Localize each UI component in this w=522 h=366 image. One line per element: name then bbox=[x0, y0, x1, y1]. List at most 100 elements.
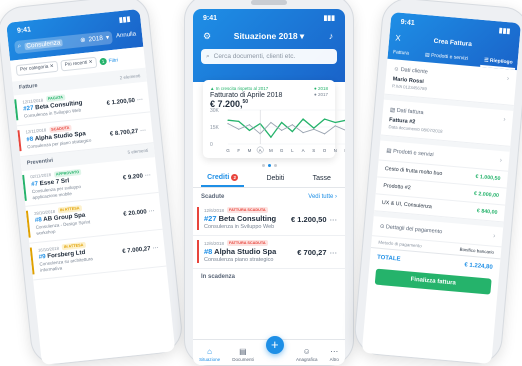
tab-fattura[interactable]: Fattura bbox=[389, 47, 412, 61]
data-point bbox=[281, 121, 283, 124]
x-tick-label[interactable]: F bbox=[237, 148, 240, 153]
add-button[interactable]: + bbox=[265, 336, 284, 354]
data-point bbox=[227, 123, 229, 125]
chevron-right-icon: › bbox=[499, 156, 503, 165]
person-icon: ☺ bbox=[302, 347, 311, 356]
tab-debiti[interactable]: Debiti bbox=[260, 170, 290, 187]
x-tick-label[interactable]: L bbox=[291, 148, 294, 153]
more-icon: ⋯ bbox=[136, 97, 144, 104]
data-point bbox=[302, 132, 304, 134]
total-value: € 1.224,80 bbox=[464, 262, 493, 271]
nav-situazione[interactable]: ⌂ Situazione bbox=[199, 347, 220, 362]
item-amount: € 1.200,50⋯ bbox=[106, 97, 144, 107]
item-title: #27 Beta Consulting bbox=[204, 214, 277, 223]
search-value: Consulenza bbox=[23, 38, 63, 50]
client-header: ☺ Dati cliente bbox=[393, 65, 429, 75]
phone-search-results: 9:41 ▮▮▮ ⌕ Consulenza ⊗ 2018 ▾ Annulla P… bbox=[0, 0, 185, 366]
product-name: UX & UI, Consulenza bbox=[381, 199, 433, 211]
filters-button[interactable]: 1 Filtri bbox=[99, 56, 119, 66]
product-price: € 1.000,50 bbox=[475, 173, 501, 183]
home-icon: ⌂ bbox=[207, 347, 212, 356]
x-tick-label[interactable]: M bbox=[269, 148, 273, 153]
status-time: 9:41 bbox=[400, 18, 415, 27]
data-point bbox=[334, 121, 336, 124]
total-label: TOTALE bbox=[376, 254, 401, 263]
list-item[interactable]: 12/6/2018 FATTURA SCADUTA #27 Beta Consul… bbox=[193, 203, 345, 236]
x-tick-label[interactable]: G bbox=[226, 148, 230, 153]
x-tick-label[interactable]: A bbox=[259, 148, 262, 153]
clear-icon[interactable]: ⊗ bbox=[80, 36, 86, 45]
data-point bbox=[291, 124, 293, 126]
data-point bbox=[248, 124, 251, 126]
status-bar-indicator bbox=[17, 129, 22, 151]
chart-label: Fatturato di Aprile 2018 bbox=[210, 92, 283, 99]
status-time: 9:41 bbox=[16, 25, 32, 35]
data-point bbox=[302, 118, 304, 120]
item-amount: € 20.000⋯ bbox=[123, 208, 155, 219]
more-icon: ⋯ bbox=[330, 347, 339, 356]
section-title: Fatture bbox=[18, 82, 38, 91]
status-bar-indicator bbox=[22, 174, 27, 202]
x-tick-label[interactable]: S bbox=[312, 148, 315, 153]
x-tick-label[interactable]: G bbox=[280, 148, 284, 153]
cancel-button[interactable]: Annulla bbox=[116, 31, 137, 39]
search-input[interactable]: ⌕ Cerca documenti, clienti etc. bbox=[201, 49, 337, 64]
data-point bbox=[334, 125, 336, 127]
data-point bbox=[291, 130, 293, 133]
data-point bbox=[270, 136, 272, 138]
payment-header: ⊙ Dettagli del pagamento bbox=[379, 223, 443, 235]
x-tick-label[interactable]: D bbox=[344, 148, 345, 153]
bell-icon[interactable]: ♪ bbox=[325, 30, 337, 42]
y-tick-label: 0 bbox=[210, 142, 213, 148]
search-icon: ⌕ bbox=[17, 42, 22, 50]
app-showcase: 9:41 ▮▮▮ ⌕ Consulenza ⊗ 2018 ▾ Annulla P… bbox=[0, 0, 522, 366]
chevron-right-icon: › bbox=[492, 232, 496, 240]
x-tick-label[interactable]: N bbox=[334, 148, 337, 153]
product-price: € 2.000,00 bbox=[473, 190, 500, 200]
chip-recent[interactable]: Più recenti ✕ bbox=[60, 56, 98, 72]
chip-category[interactable]: Per categoria ✕ bbox=[15, 60, 59, 77]
battery-icon: ▮▮▮ bbox=[118, 15, 131, 25]
tab-tasse[interactable]: Tasse bbox=[307, 170, 337, 187]
nav-anagrafica[interactable]: ☺ Anagrafica bbox=[296, 347, 318, 362]
x-tick-label[interactable]: O bbox=[323, 148, 327, 153]
section-title: Preventivi bbox=[26, 157, 54, 167]
filters-label: Filtri bbox=[108, 56, 119, 64]
gear-icon[interactable]: ⚙ bbox=[201, 30, 213, 42]
item-amount: € 7.000,27⋯ bbox=[122, 245, 159, 256]
overdue-label: Scadute bbox=[201, 194, 225, 200]
data-point bbox=[313, 128, 315, 130]
item-description: Consulenza in Sviluppo Web bbox=[204, 224, 275, 230]
page-title[interactable]: Situazione 2018 ▾ bbox=[234, 31, 304, 42]
invoice-header-label: ▤ Dati fattura bbox=[389, 106, 424, 116]
filters-count: 1 bbox=[99, 57, 107, 66]
data-point bbox=[238, 128, 240, 130]
data-point bbox=[238, 120, 240, 122]
speaker-notch bbox=[251, 0, 287, 5]
status-time: 9:41 bbox=[203, 14, 218, 22]
x-tick-label[interactable]: A bbox=[302, 148, 305, 153]
x-tick-label[interactable]: M bbox=[248, 148, 252, 153]
dashboard-screen: 9:41 ▮▮▮ ⚙ Situazione 2018 ▾ ♪ ⌕ Cerca d… bbox=[193, 9, 345, 365]
dashboard-header: 9:41 ▮▮▮ ⚙ Situazione 2018 ▾ ♪ ⌕ Cerca d… bbox=[193, 9, 345, 82]
section-count: 2 elementi bbox=[119, 72, 141, 80]
product-price: € 840,00 bbox=[476, 208, 498, 216]
view-all-link[interactable]: Vedi tutte › bbox=[308, 194, 337, 200]
status-bar: 9:41 ▮▮▮ bbox=[193, 9, 345, 27]
invoice-screen: 9:41 ▮▮▮ X Crea Fattura Fattura ▤ Prodot… bbox=[361, 11, 522, 364]
tab-crediti[interactable]: Crediti 2 bbox=[201, 170, 245, 187]
phone-dashboard: 9:41 ▮▮▮ ⚙ Situazione 2018 ▾ ♪ ⌕ Cerca d… bbox=[184, 0, 354, 366]
legend-2017: ● 2017 bbox=[314, 92, 328, 98]
item-amount: € 1.200,50⋯ bbox=[291, 215, 337, 224]
nav-documenti[interactable]: ▤ Documenti bbox=[232, 347, 254, 362]
item-amount: € 700,27 ⋯ bbox=[297, 248, 338, 257]
more-icon: ⋯ bbox=[329, 248, 338, 257]
payment-method-value: Bonifico bancario bbox=[459, 246, 495, 255]
year-select[interactable]: 2018 bbox=[88, 34, 103, 42]
nav-altro[interactable]: ⋯ Altro bbox=[330, 347, 339, 362]
phone-create-invoice: 9:41 ▮▮▮ X Crea Fattura Fattura ▤ Prodot… bbox=[352, 0, 522, 366]
more-icon: ⋯ bbox=[152, 245, 159, 252]
close-button[interactable]: X bbox=[395, 33, 401, 42]
revenue-chart-card[interactable]: ▲ In crescita rispetto al 2017 Fatturato… bbox=[203, 80, 345, 158]
list-item[interactable]: 12/6/2018 FATTURA SCADUTA #8 Alpha Studio… bbox=[193, 236, 345, 269]
